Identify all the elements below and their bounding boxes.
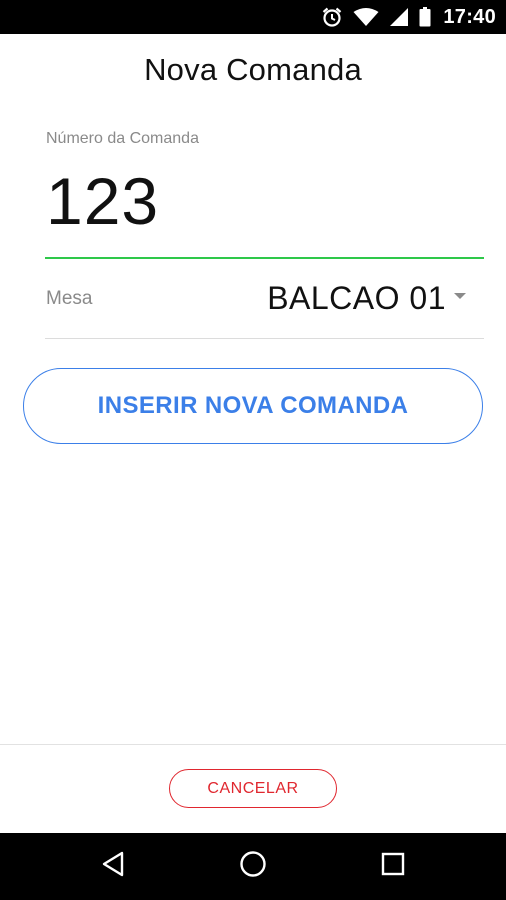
- home-icon: [239, 850, 267, 883]
- status-bar: 17:40: [0, 0, 506, 34]
- mesa-selected-value: BALCAO 01: [267, 280, 446, 316]
- page-title: Nova Comanda: [144, 52, 362, 87]
- status-time: 17:40: [443, 5, 496, 28]
- footer-divider: [0, 744, 506, 745]
- back-icon: [101, 851, 125, 882]
- comanda-number-input[interactable]: 123: [46, 168, 159, 234]
- alarm-icon: [321, 6, 343, 28]
- cancel-button-label: CANCELAR: [207, 779, 299, 797]
- mesa-dropdown[interactable]: BALCAO 01: [267, 280, 466, 317]
- insert-comanda-button-label: INSERIR NOVA COMANDA: [97, 392, 409, 419]
- recents-icon: [381, 852, 405, 881]
- comanda-input-underline: [45, 257, 484, 259]
- recents-button[interactable]: [363, 833, 423, 900]
- screen: 17:40 Nova Comanda Número da Comanda 123…: [0, 0, 506, 900]
- navigation-bar: [0, 833, 506, 900]
- home-button[interactable]: [223, 833, 283, 900]
- battery-icon: [419, 7, 431, 27]
- comanda-number-label: Número da Comanda: [46, 130, 199, 147]
- back-button[interactable]: [83, 833, 143, 900]
- insert-comanda-button[interactable]: INSERIR NOVA COMANDA: [23, 368, 483, 444]
- mesa-label: Mesa: [46, 288, 93, 309]
- dropdown-caret-icon: [454, 288, 466, 306]
- mesa-divider: [45, 338, 484, 339]
- signal-icon: [389, 7, 409, 27]
- status-icons: 17:40: [321, 0, 496, 34]
- cancel-button[interactable]: CANCELAR: [169, 769, 337, 808]
- wifi-icon: [353, 7, 379, 27]
